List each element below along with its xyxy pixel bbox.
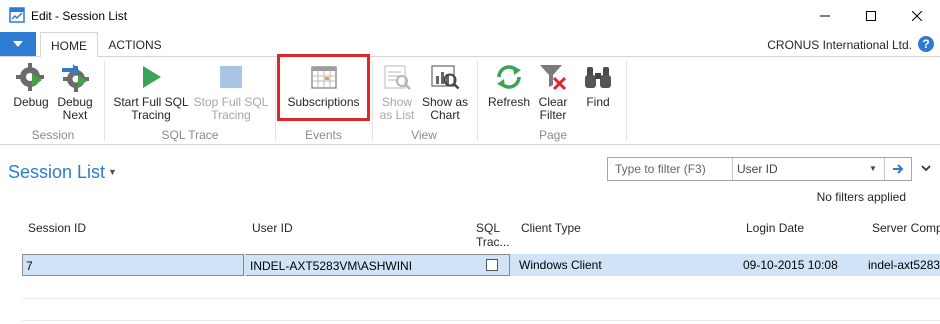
page-title[interactable]: Session List	[8, 162, 105, 183]
column-header-login-date[interactable]: Login Date	[746, 221, 804, 235]
cell-login-date[interactable]: 09-10-2015 10:08	[743, 254, 838, 276]
column-header-sql-tracing-label: SQL Trac...	[476, 221, 510, 249]
clear-filter-label-line2: Filter	[539, 108, 567, 122]
cell-sql-tracing-checkbox[interactable]	[486, 259, 498, 271]
column-header-session-id[interactable]: Session ID	[28, 221, 86, 235]
minimize-icon	[820, 15, 830, 17]
window-title: Edit - Session List	[31, 9, 128, 23]
cell-user-id[interactable]: INDEL-AXT5283VM\ASHWINI	[246, 254, 510, 276]
debug-label: Debug	[13, 95, 49, 109]
start-full-sql-tracing-button[interactable]: Start Full SQL Tracing	[110, 57, 192, 122]
dropdown-triangle-icon	[13, 41, 23, 47]
clear-filter-button[interactable]: Clear Filter	[534, 57, 572, 122]
arrow-right-icon	[893, 164, 904, 174]
chevron-down-icon	[921, 164, 931, 171]
cell-client-type[interactable]: Windows Client	[519, 254, 602, 276]
column-header-user-id[interactable]: User ID	[252, 221, 293, 235]
row-divider	[22, 320, 940, 321]
ribbon-tab-strip: HOME ACTIONS CRONUS International Ltd. ?	[0, 32, 940, 58]
app-icon	[9, 7, 25, 23]
show-as-chart-label-line2: Chart	[430, 108, 460, 122]
tab-actions[interactable]: ACTIONS	[102, 32, 168, 56]
debug-next-label-line2: Next	[62, 108, 88, 122]
ribbon-separator	[275, 61, 276, 141]
gear-debug-next-icon	[62, 64, 89, 92]
show-as-list-button[interactable]: Show as List	[376, 57, 418, 122]
help-icon[interactable]: ?	[918, 36, 934, 52]
cell-server-computer[interactable]: indel-axt5283	[868, 254, 940, 276]
filter-box: User ID ▼	[607, 157, 912, 181]
column-header-client-type[interactable]: Client Type	[521, 221, 581, 235]
close-icon	[912, 11, 922, 21]
list-view-icon	[384, 65, 411, 90]
page-title-dropdown-icon[interactable]: ▼	[108, 167, 117, 177]
subscriptions-highlight-box	[277, 54, 370, 121]
table-row[interactable]: 7 INDEL-AXT5283VM\ASHWINI Windows Client…	[22, 254, 940, 276]
ribbon-separator	[372, 61, 373, 141]
gear-debug-icon	[16, 63, 44, 91]
clear-filter-icon	[540, 65, 567, 91]
group-label-session: Session	[31, 128, 75, 142]
ribbon-separator	[626, 61, 627, 141]
minimize-button[interactable]	[802, 0, 848, 32]
group-label-view: View	[411, 128, 437, 142]
stop-icon	[220, 66, 242, 88]
chart-view-icon	[431, 65, 460, 90]
maximize-button[interactable]	[848, 0, 894, 32]
maximize-icon	[866, 11, 876, 21]
ribbon: Debug Debug Next Session Start Full SQL …	[0, 57, 940, 145]
application-menu-button[interactable]	[0, 32, 36, 56]
refresh-button[interactable]: Refresh	[484, 57, 534, 109]
tab-home[interactable]: HOME	[40, 32, 98, 58]
show-as-chart-button[interactable]: Show as Chart	[420, 57, 470, 122]
grid-header: Session ID User ID SQL Trac... Client Ty…	[0, 212, 940, 252]
group-label-events: Events	[305, 128, 342, 142]
debug-next-button[interactable]: Debug Next	[54, 57, 96, 122]
row-divider	[22, 298, 940, 299]
filter-status: No filters applied	[816, 190, 906, 204]
cell-session-id[interactable]: 7	[22, 254, 244, 276]
close-button[interactable]	[894, 0, 940, 32]
stop-tracing-label-line2: Tracing	[211, 108, 251, 122]
filter-input[interactable]	[608, 158, 739, 180]
find-label: Find	[586, 95, 610, 109]
group-label-sql-trace: SQL Trace	[161, 128, 219, 142]
column-header-sql-tracing[interactable]: SQL Trac...	[476, 221, 512, 249]
collapse-filter-button[interactable]	[918, 160, 934, 176]
filter-field-select[interactable]: User ID	[732, 158, 884, 180]
ribbon-separator	[104, 61, 105, 141]
ribbon-separator	[477, 61, 478, 141]
company-name[interactable]: CRONUS International Ltd.	[767, 38, 912, 52]
refresh-icon	[497, 65, 521, 89]
start-tracing-label-line2: Tracing	[131, 108, 171, 122]
refresh-label: Refresh	[487, 95, 531, 109]
binoculars-icon	[585, 67, 611, 88]
group-label-page: Page	[538, 128, 568, 142]
debug-button[interactable]: Debug	[8, 57, 54, 109]
column-header-server-computer[interactable]: Server Comp	[872, 221, 940, 235]
find-button[interactable]: Find	[578, 57, 618, 109]
apply-filter-button[interactable]	[884, 158, 911, 180]
title-bar: Edit - Session List	[0, 0, 940, 32]
play-icon	[143, 66, 161, 88]
stop-full-sql-tracing-button[interactable]: Stop Full SQL Tracing	[192, 57, 270, 122]
show-as-list-label-line2: as List	[379, 108, 415, 122]
filter-field-dropdown-icon[interactable]: ▼	[866, 158, 880, 180]
